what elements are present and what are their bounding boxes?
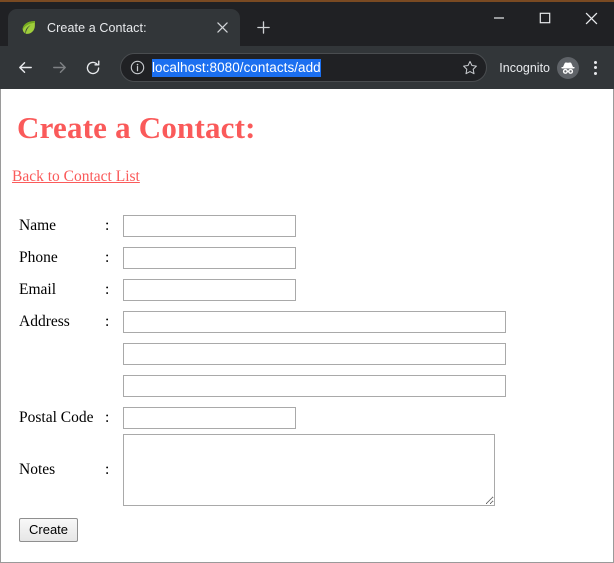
field-label-email: Email bbox=[19, 281, 57, 298]
form-row-postal-code: Postal Code : bbox=[19, 402, 506, 434]
browser-toolbar: localhost:8080/contacts/add Incognito bbox=[0, 46, 614, 89]
address-line3-input[interactable] bbox=[123, 375, 506, 397]
back-button[interactable] bbox=[10, 53, 40, 83]
url-text-wrap[interactable]: localhost:8080/contacts/add bbox=[152, 58, 456, 77]
field-cell bbox=[123, 338, 506, 370]
maximize-button[interactable] bbox=[522, 2, 568, 34]
field-colon: : bbox=[105, 217, 110, 234]
address-bar[interactable]: localhost:8080/contacts/add bbox=[120, 53, 488, 82]
field-label-notes: Notes bbox=[19, 461, 56, 478]
three-dots-menu-icon[interactable] bbox=[582, 53, 608, 83]
menu-dot bbox=[593, 66, 597, 69]
address-line1-input[interactable] bbox=[123, 311, 506, 333]
field-colon: : bbox=[105, 409, 110, 426]
plus-icon bbox=[256, 20, 270, 34]
field-colon: : bbox=[105, 249, 110, 266]
new-tab-button[interactable] bbox=[248, 12, 278, 42]
incognito-hat-icon[interactable] bbox=[556, 56, 580, 80]
page-content: Create a Contact: Back to Contact List N… bbox=[1, 89, 613, 550]
contact-form: Name : Phone : Email: Address: Postal … bbox=[19, 210, 506, 506]
field-colon: : bbox=[105, 313, 110, 330]
email-input[interactable] bbox=[123, 279, 296, 301]
field-cell bbox=[123, 210, 506, 242]
field-cell bbox=[123, 402, 506, 434]
form-row-address-line2 bbox=[19, 338, 506, 370]
field-label-postal-code: Postal Code bbox=[19, 409, 94, 426]
form-row-notes: Notes : bbox=[19, 434, 506, 506]
field-colon-empty bbox=[105, 338, 123, 370]
window-controls bbox=[476, 2, 614, 46]
name-input[interactable] bbox=[123, 215, 296, 237]
postal-code-input[interactable] bbox=[123, 407, 296, 429]
field-colon: : bbox=[105, 281, 110, 298]
forward-arrow-icon bbox=[52, 62, 66, 73]
star-icon[interactable] bbox=[462, 60, 478, 76]
field-cell bbox=[123, 370, 506, 402]
field-cell bbox=[123, 274, 506, 306]
menu-dot bbox=[593, 71, 597, 75]
form-row-name: Name : bbox=[19, 210, 506, 242]
field-cell bbox=[123, 306, 506, 338]
spring-leaf-icon bbox=[22, 21, 35, 34]
back-arrow-icon bbox=[18, 62, 32, 73]
forward-button[interactable] bbox=[44, 53, 74, 83]
tab-title: Create a Contact: bbox=[47, 20, 147, 35]
reload-icon bbox=[86, 59, 100, 74]
phone-input[interactable] bbox=[123, 247, 296, 269]
field-label-empty bbox=[19, 338, 105, 370]
info-circle-icon[interactable] bbox=[130, 60, 145, 75]
close-icon bbox=[216, 22, 228, 33]
browser-tab[interactable]: Create a Contact: bbox=[8, 9, 240, 46]
form-row-email: Email : bbox=[19, 274, 506, 306]
minimize-button[interactable] bbox=[476, 2, 522, 34]
reload-button[interactable] bbox=[78, 53, 108, 83]
tab-strip: Create a Contact: bbox=[0, 2, 614, 46]
menu-dot bbox=[593, 60, 597, 64]
close-icon bbox=[585, 12, 597, 24]
form-row-address: Address : bbox=[19, 306, 506, 338]
back-to-contact-list-link[interactable]: Back to Contact List bbox=[12, 168, 140, 186]
field-label-phone: Phone bbox=[19, 249, 58, 266]
notes-textarea[interactable] bbox=[123, 434, 495, 506]
tab-close-icon[interactable] bbox=[212, 18, 232, 38]
form-row-address-line3 bbox=[19, 370, 506, 402]
page-viewport: Create a Contact: Back to Contact List N… bbox=[0, 89, 614, 563]
field-cell bbox=[123, 434, 506, 506]
window-close-button[interactable] bbox=[568, 2, 614, 34]
incognito-label: Incognito bbox=[499, 60, 550, 75]
maximize-icon bbox=[539, 12, 551, 24]
address-line2-input[interactable] bbox=[123, 343, 506, 365]
field-label-empty bbox=[19, 370, 105, 402]
minimize-icon bbox=[494, 17, 504, 19]
create-button[interactable]: Create bbox=[19, 518, 79, 542]
url-text[interactable]: localhost:8080/contacts/add bbox=[152, 58, 321, 77]
field-colon-empty bbox=[105, 370, 123, 402]
browser-window: Create a Contact: localhost:8080/contact… bbox=[0, 0, 614, 563]
page-title: Create a Contact: bbox=[17, 110, 256, 145]
field-label-name: Name bbox=[19, 217, 57, 234]
field-cell bbox=[123, 242, 506, 274]
form-row-phone: Phone : bbox=[19, 242, 506, 274]
field-colon: : bbox=[105, 461, 110, 478]
field-label-address: Address bbox=[19, 313, 70, 330]
